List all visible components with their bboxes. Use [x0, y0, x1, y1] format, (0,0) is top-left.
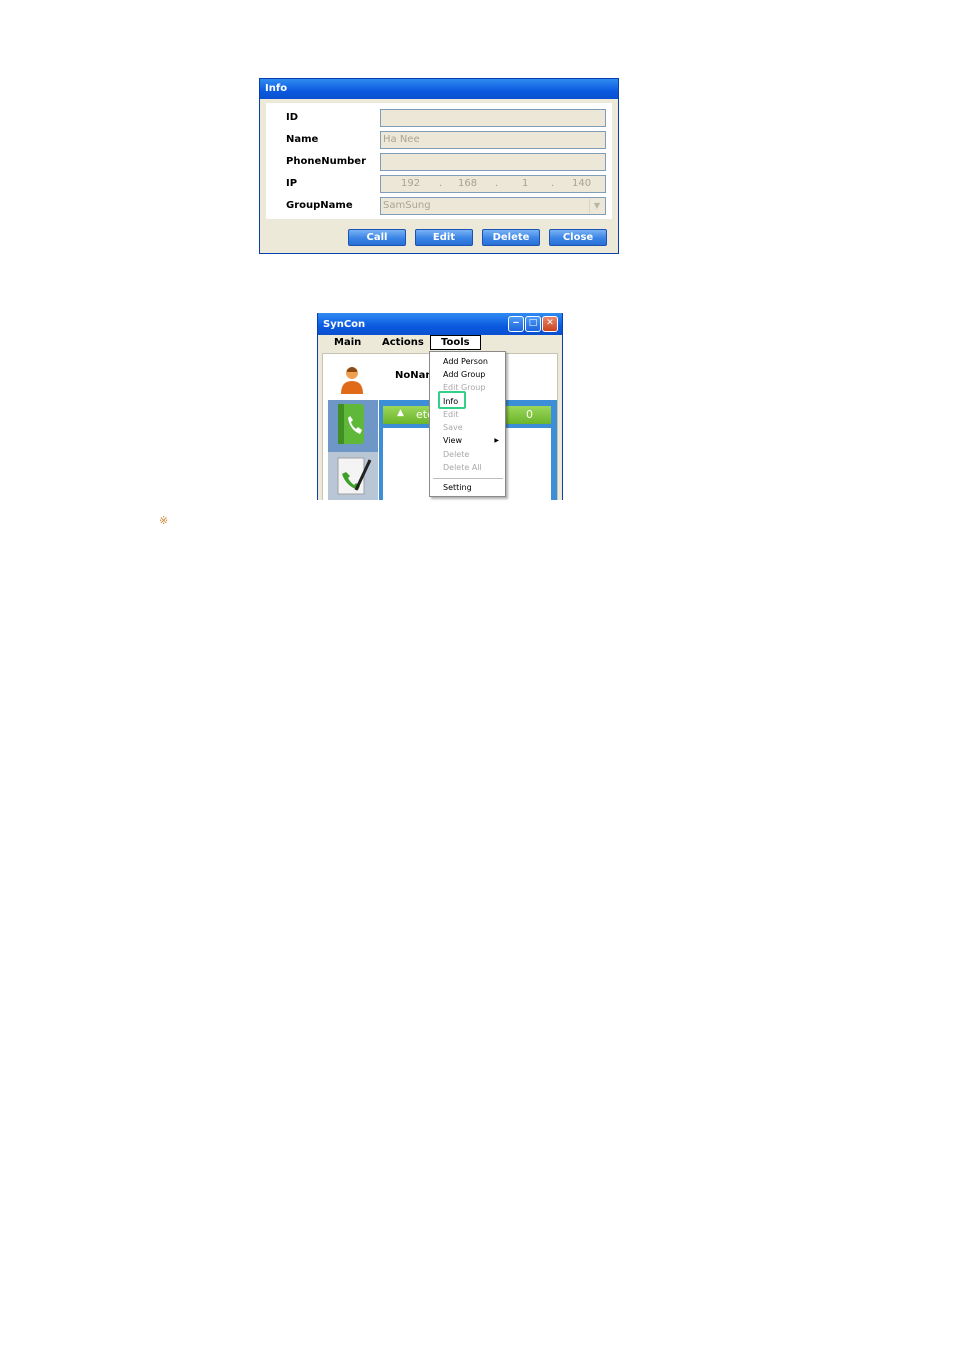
phone-field[interactable]: [380, 153, 606, 171]
info-form: ID Name Ha Nee PhoneNumber IP 192 . 168 …: [266, 103, 612, 219]
ip-octet-1: 192: [401, 178, 421, 189]
group-label: GroupName: [286, 200, 353, 211]
notes-tab[interactable]: [328, 452, 378, 500]
menu-add-person[interactable]: Add Person: [443, 357, 488, 366]
group-select-value: SamSung: [383, 200, 431, 211]
name-row: Name Ha Nee: [266, 130, 612, 150]
menu-delete: Delete: [443, 450, 470, 459]
group-select[interactable]: SamSung ▼: [380, 197, 606, 215]
menu-tools[interactable]: Tools: [430, 335, 481, 350]
menu-delete-all: Delete All: [443, 463, 482, 472]
minimize-icon[interactable]: ‒: [508, 316, 524, 332]
ip-octet-3: 1: [522, 178, 529, 189]
maximize-icon[interactable]: □: [525, 316, 541, 332]
menu-actions[interactable]: Actions: [382, 337, 424, 348]
ip-dot: .: [495, 178, 499, 189]
close-button[interactable]: Close: [549, 229, 607, 246]
phone-label: PhoneNumber: [286, 156, 366, 167]
collapse-icon[interactable]: ▲: [397, 408, 404, 418]
submenu-arrow-icon: ▶: [494, 437, 499, 444]
ip-octet-4: 140: [572, 178, 592, 189]
name-field[interactable]: Ha Nee: [380, 131, 606, 149]
group-row: GroupName SamSung ▼: [266, 196, 612, 216]
note-symbol: ※: [159, 514, 169, 527]
contacts-tab[interactable]: [328, 400, 378, 452]
menu-main[interactable]: Main: [334, 337, 361, 348]
menu-save: Save: [443, 423, 463, 432]
ip-dot: .: [439, 178, 443, 189]
syncon-titlebar: SynCon ‒ □ ✕: [318, 313, 562, 335]
tools-dropdown: Add Person Add Group Edit Group Info Edi…: [429, 351, 506, 497]
menubar: Main Actions Tools: [318, 335, 562, 351]
ip-label: IP: [286, 178, 298, 189]
delete-button[interactable]: Delete: [482, 229, 540, 246]
id-field[interactable]: [380, 109, 606, 127]
phone-row: PhoneNumber: [266, 152, 612, 172]
close-icon[interactable]: ✕: [542, 316, 558, 332]
id-label: ID: [286, 112, 299, 123]
id-row: ID: [266, 108, 612, 128]
phone-note-icon: [337, 457, 372, 495]
chevron-down-icon[interactable]: ▼: [589, 199, 604, 213]
edit-button[interactable]: Edit: [415, 229, 473, 246]
call-button[interactable]: Call: [348, 229, 406, 246]
menu-setting[interactable]: Setting: [443, 483, 472, 492]
menu-edit: Edit: [443, 410, 459, 419]
window-title: SynCon: [323, 319, 366, 330]
ip-octet-2: 168: [458, 178, 478, 189]
menu-view[interactable]: View: [443, 436, 462, 445]
avatar: [341, 367, 363, 394]
menu-add-group[interactable]: Add Group: [443, 370, 485, 379]
phonebook-icon: [338, 404, 364, 444]
info-dialog: Info ID Name Ha Nee PhoneNumber IP 192 .…: [259, 78, 619, 254]
ip-row: IP 192 . 168 . 1 . 140: [266, 174, 612, 194]
name-label: Name: [286, 134, 319, 145]
info-highlight-box: [438, 391, 466, 409]
group-count: 0: [526, 408, 533, 421]
ip-field[interactable]: 192 . 168 . 1 . 140: [380, 175, 606, 193]
ip-dot: .: [551, 178, 555, 189]
menu-separator: [433, 478, 503, 479]
info-dialog-title: Info: [260, 79, 618, 99]
